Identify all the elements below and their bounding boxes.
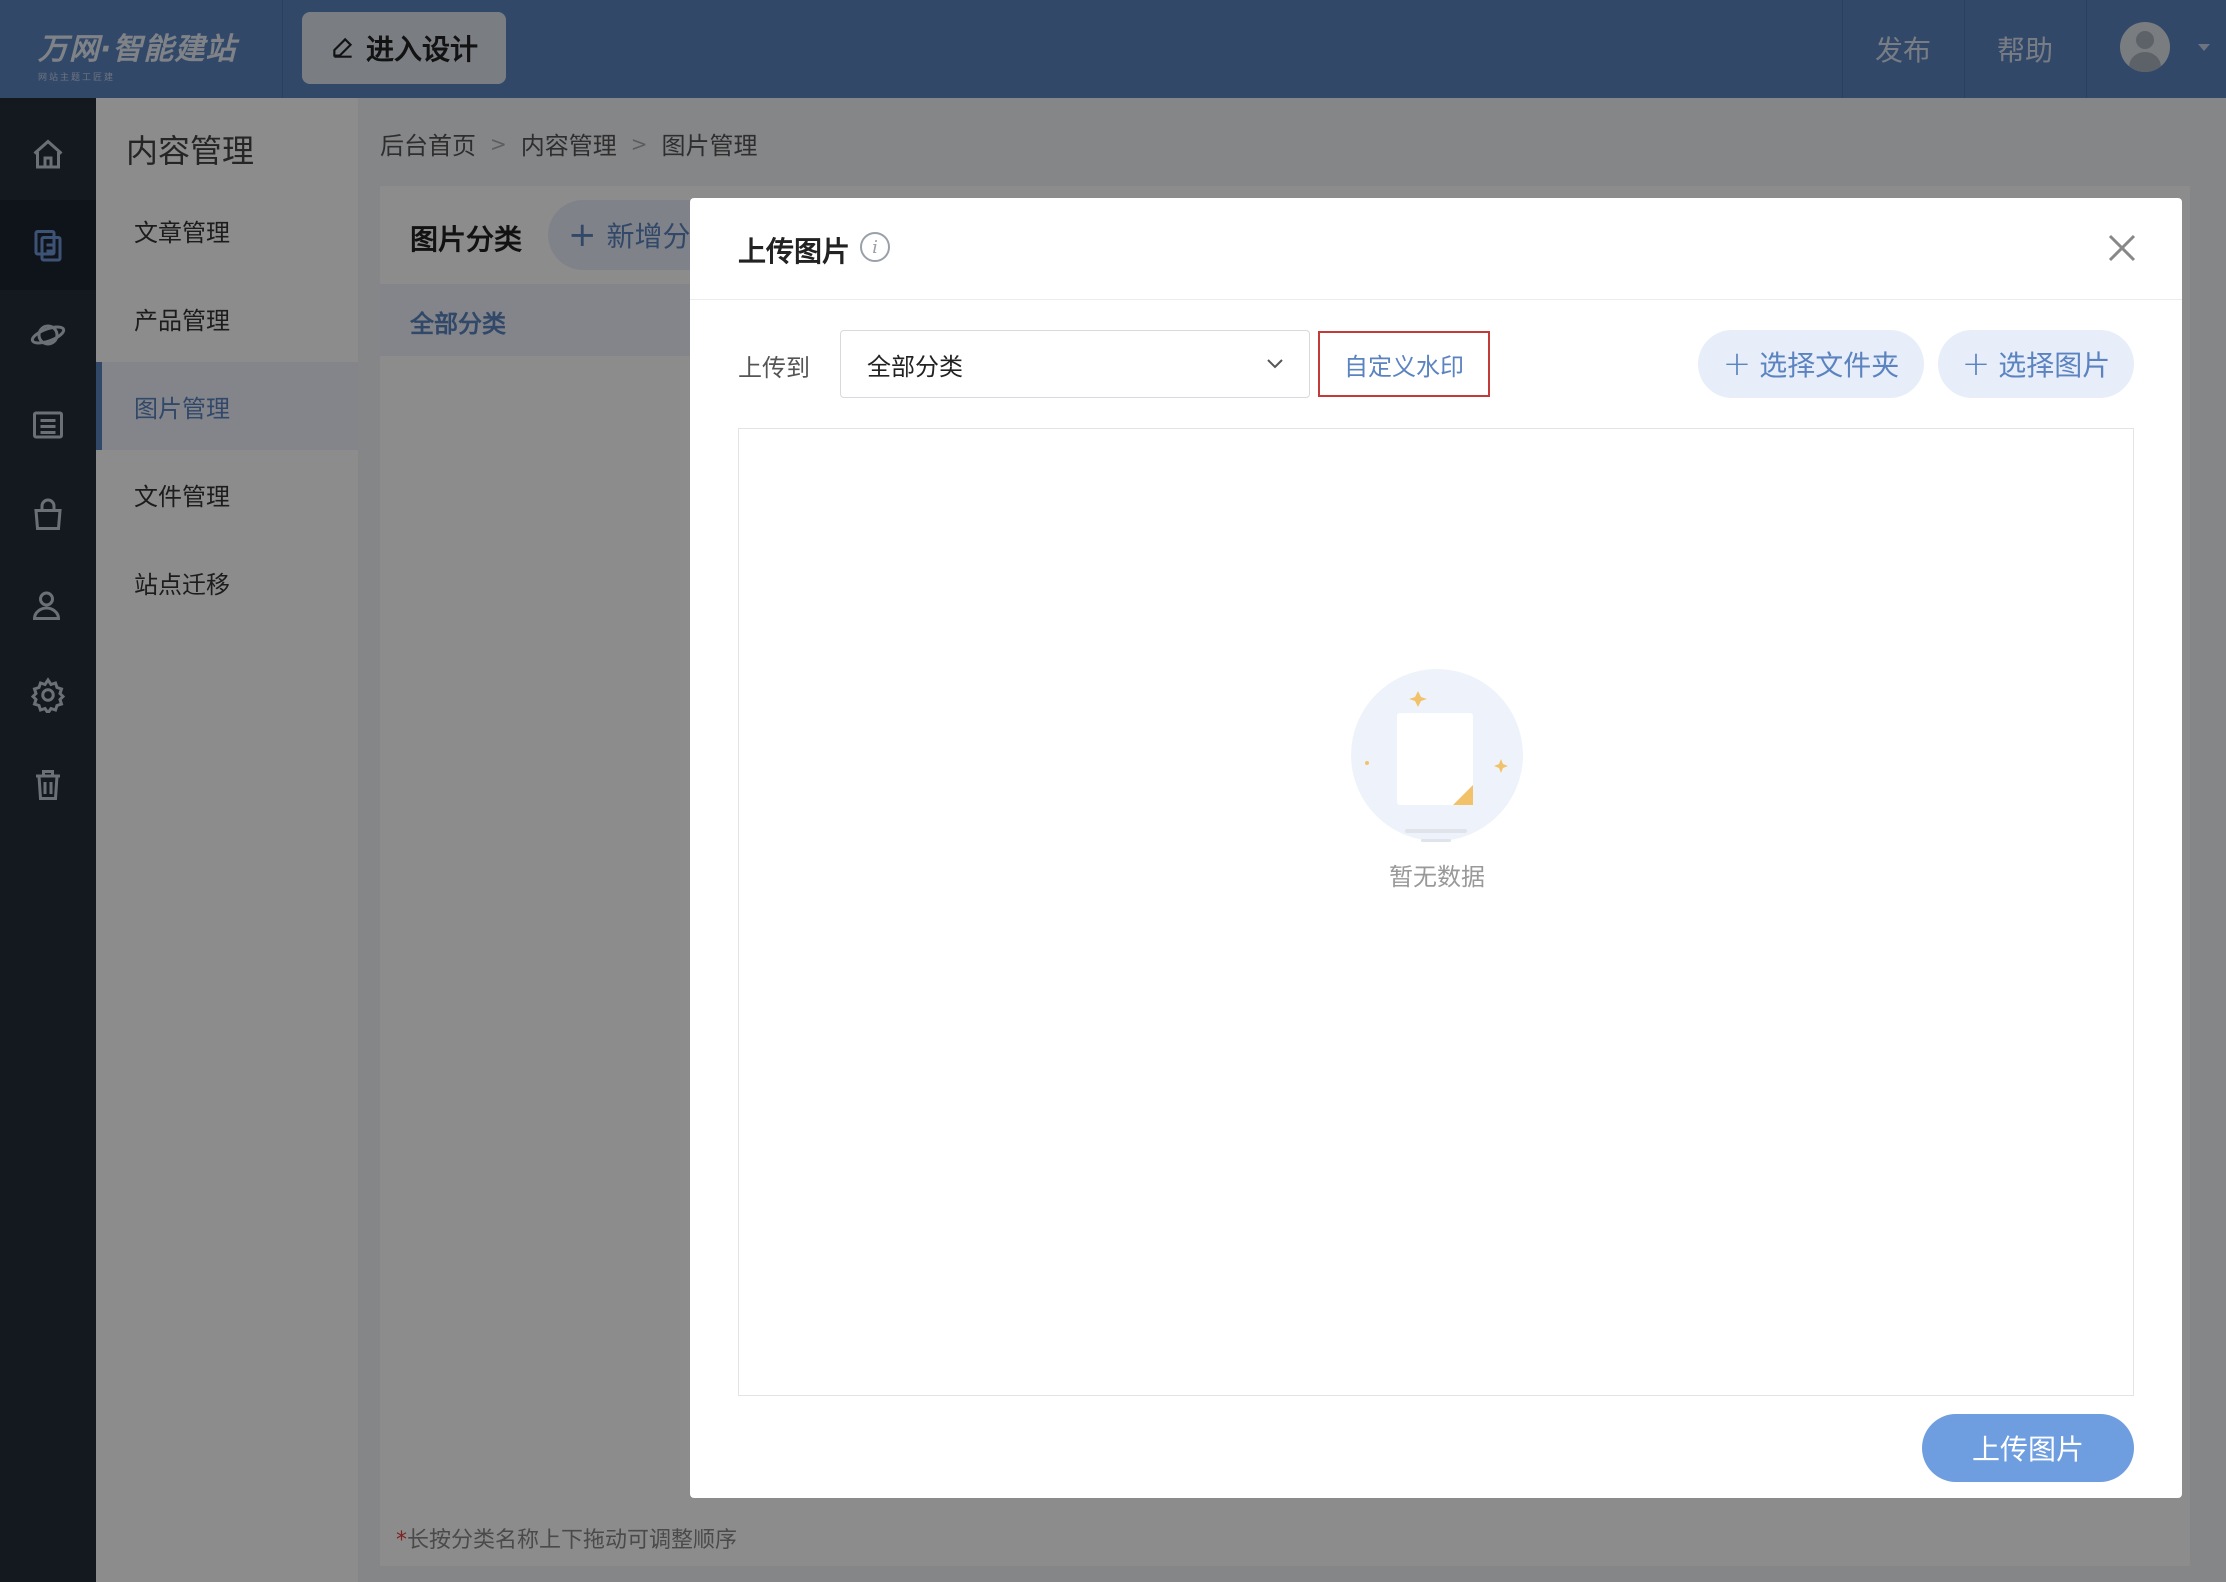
upload-submit-button[interactable]: 上传图片 — [1922, 1414, 2134, 1482]
category-select[interactable]: 全部分类 — [840, 330, 1310, 398]
dialog-title: 上传图片 — [738, 235, 851, 268]
custom-watermark-button[interactable]: 自定义水印 — [1318, 331, 1490, 397]
select-image-label: 选择图片 — [1998, 349, 2111, 382]
upload-image-dialog: 上传图片 i 上传到 全部分类 自定义水印 + 选择文件夹 + 选择图片 暂无数… — [690, 198, 2182, 1498]
empty-document-icon — [1351, 669, 1523, 842]
select-image-button[interactable]: + 选择图片 — [1938, 330, 2134, 398]
category-select-value: 全部分类 — [867, 352, 963, 381]
info-icon[interactable]: i — [860, 232, 890, 262]
upload-to-label: 上传到 — [738, 354, 810, 382]
plus-icon: + — [1722, 344, 1752, 384]
empty-state-text: 暂无数据 — [1389, 863, 1485, 891]
image-drop-area[interactable]: 暂无数据 — [738, 428, 2134, 1396]
select-folder-button[interactable]: + 选择文件夹 — [1698, 330, 1924, 398]
plus-icon: + — [1961, 344, 1991, 384]
dialog-header: 上传图片 i — [690, 198, 2182, 300]
close-icon[interactable] — [2104, 230, 2140, 266]
select-folder-label: 选择文件夹 — [1759, 349, 1900, 382]
chevron-down-icon — [1267, 359, 1283, 369]
